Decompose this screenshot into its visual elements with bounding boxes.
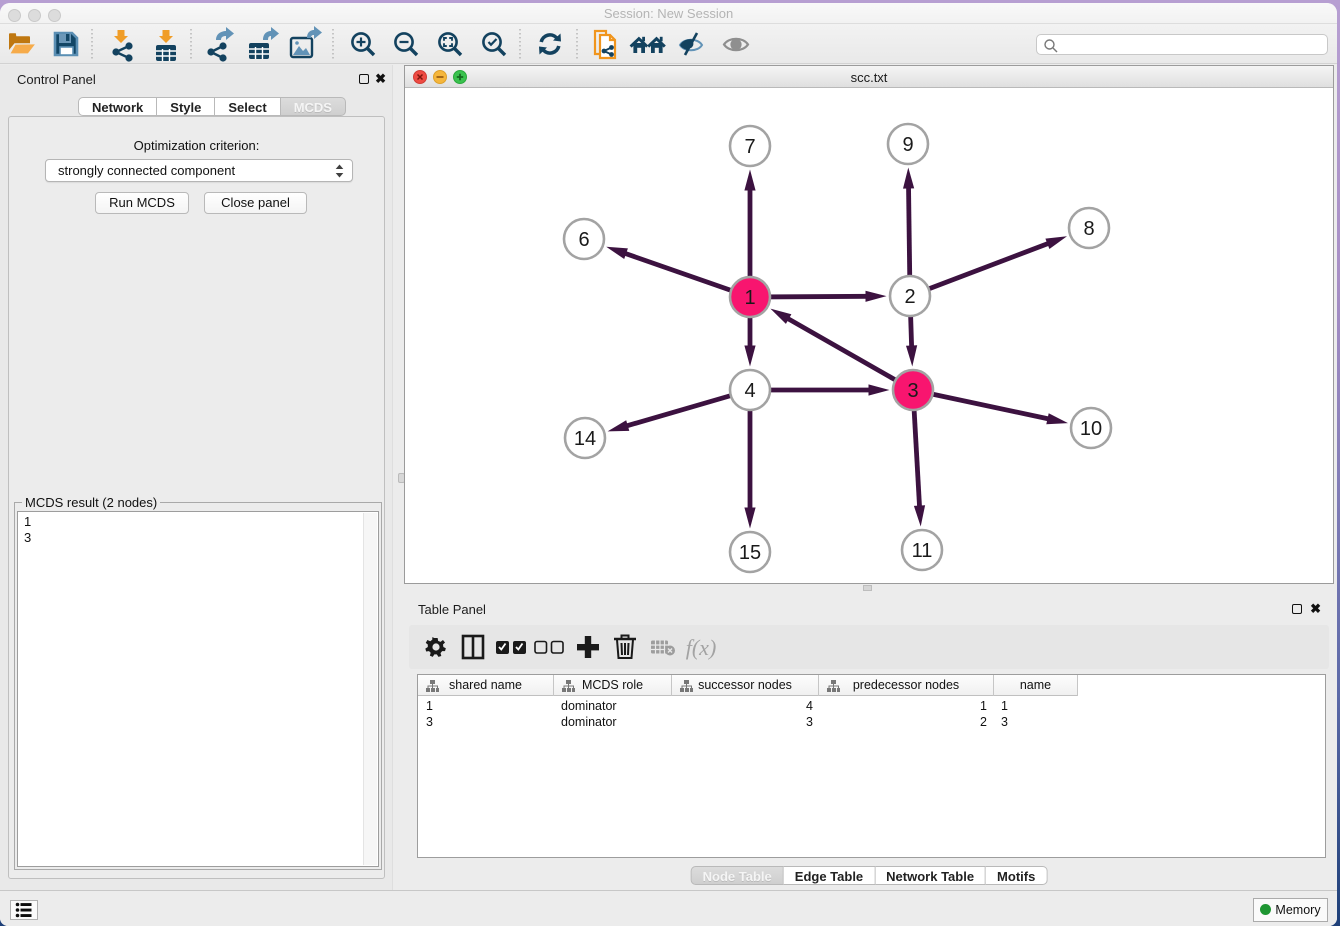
svg-text:f(x): f(x) bbox=[686, 635, 717, 660]
svg-text:4: 4 bbox=[744, 380, 755, 402]
svg-text:9: 9 bbox=[902, 134, 913, 156]
svg-text:3: 3 bbox=[907, 380, 918, 402]
svg-text:2: 2 bbox=[904, 286, 915, 308]
svg-text:8: 8 bbox=[1083, 218, 1094, 240]
svg-text:6: 6 bbox=[578, 229, 589, 251]
svg-text:10: 10 bbox=[1080, 418, 1102, 440]
svg-text:14: 14 bbox=[574, 428, 596, 450]
svg-text:11: 11 bbox=[912, 540, 933, 562]
svg-text:7: 7 bbox=[744, 136, 755, 158]
svg-text:1: 1 bbox=[744, 287, 755, 309]
svg-text:15: 15 bbox=[739, 542, 761, 564]
